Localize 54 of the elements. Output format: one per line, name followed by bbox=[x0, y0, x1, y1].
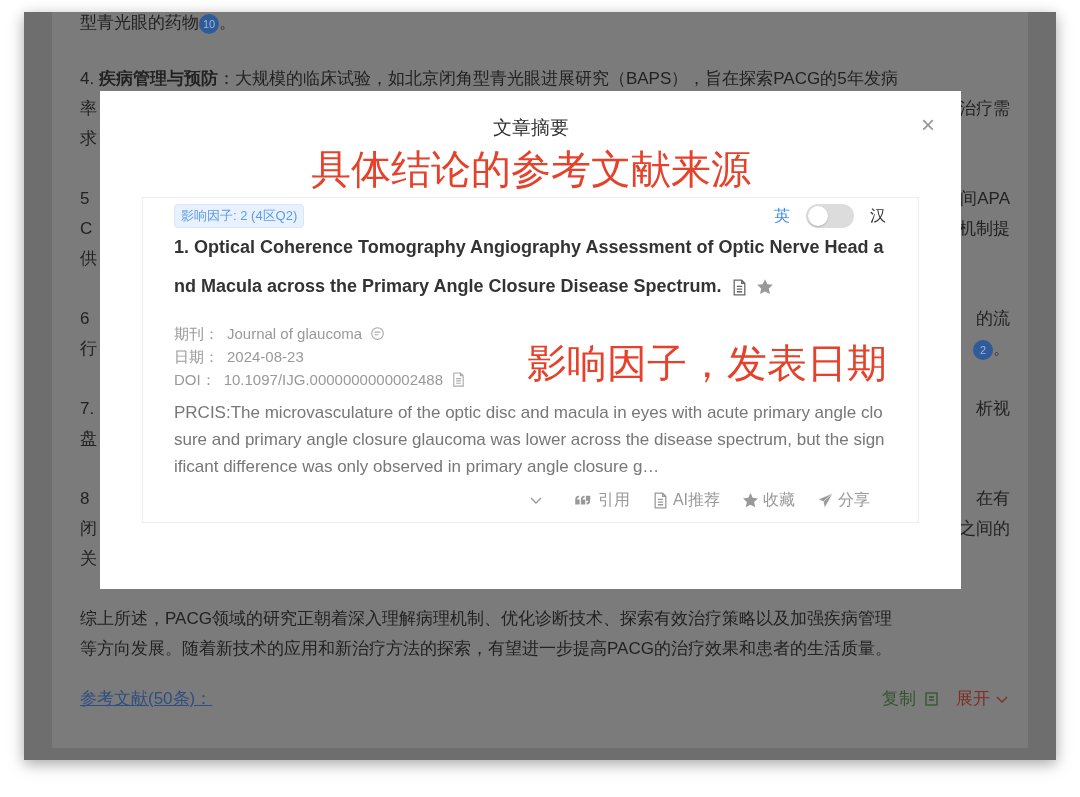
meta-value: Journal of glaucoma bbox=[227, 324, 363, 344]
text-fragment: 6 bbox=[80, 309, 90, 328]
abstract-text: PRCIS:The microvasculature of the optic disc and macula in eyes with acute primary angle closure and primary angle closure glaucoma was lower across the disease spectrum, but the significant difference was only observed in primary angle closure g… bbox=[174, 402, 886, 478]
action-button[interactable]: AI推荐 bbox=[651, 488, 720, 512]
star-icon bbox=[742, 491, 759, 509]
text-fragment: 闭 bbox=[80, 519, 97, 538]
modal-title: 文章摘要 bbox=[492, 117, 569, 138]
copy-icon bbox=[924, 690, 940, 707]
text-fragment: 求 bbox=[80, 129, 97, 148]
text-fragment: 5 bbox=[80, 189, 90, 208]
text-fragment: 在有 bbox=[976, 489, 1010, 508]
star-icon bbox=[755, 278, 774, 296]
expand-button[interactable]: 展开 bbox=[956, 686, 1010, 712]
action-button[interactable]: 引用 bbox=[573, 488, 630, 512]
text-fragment: 析视 bbox=[976, 399, 1010, 418]
text-fragment: 。 bbox=[219, 13, 236, 32]
citation-badge[interactable]: 10 bbox=[199, 13, 219, 34]
paper-plane-icon bbox=[817, 491, 834, 509]
annotation-text: 影响因子，发表日期 bbox=[527, 340, 887, 387]
text-fragment: 型青光眼的药物 bbox=[80, 13, 199, 32]
copy-button[interactable]: 复制 bbox=[882, 686, 940, 712]
translate-toggle[interactable] bbox=[806, 204, 854, 228]
text-fragment: 率 bbox=[80, 99, 97, 118]
text-fragment: 综上所述，PACG领域的研究正朝着深入理解病理机制、优化诊断技术、探索有效治疗策略以及加强疾病管理 bbox=[80, 609, 892, 628]
text-fragment: 7. bbox=[80, 399, 95, 418]
text-fragment: 盘 bbox=[80, 429, 97, 448]
action-button[interactable]: 收藏 bbox=[742, 488, 795, 512]
impact-factor-tag: 影响因子: 2 (4区Q2) bbox=[174, 204, 305, 228]
comment-icon bbox=[370, 326, 386, 341]
meta-value: 10.1097/IJG.0000000000002488 bbox=[223, 370, 444, 390]
text-fragment: 间APA bbox=[960, 189, 1010, 208]
language-label: 英 bbox=[774, 206, 790, 226]
meta-label: DOI： bbox=[174, 370, 216, 390]
text-fragment: 等方向发展。随着新技术的应用和新治疗方法的探索，有望进一步提高PACG的治疗效果和患者的生活质量。 bbox=[80, 639, 892, 658]
close-button[interactable]: × bbox=[921, 113, 935, 137]
text-fragment: 8 bbox=[80, 489, 90, 508]
action-button[interactable]: 分享 bbox=[817, 488, 870, 512]
text-fragment: 行 bbox=[80, 339, 97, 358]
text-fragment: 的流 bbox=[976, 309, 1010, 328]
citation-badge[interactable]: 2 bbox=[973, 339, 993, 360]
meta-label: 日期： bbox=[174, 347, 219, 367]
language-label: 汉 bbox=[870, 206, 886, 226]
article-title[interactable]: 1. Optical Coherence Tomography Angiography Assessment of Optic Nerve Head and Macula across the Primary Angle Closure Disease Spectrum. bbox=[174, 228, 886, 306]
document-icon bbox=[451, 372, 467, 387]
text-fragment: 供 bbox=[80, 249, 97, 268]
references-link[interactable]: 参考文献(50条)： bbox=[80, 686, 213, 712]
text-fragment: 。 bbox=[993, 339, 1010, 358]
annotation-text: 具体结论的参考文献来源 bbox=[310, 146, 751, 193]
text-fragment: C bbox=[80, 219, 93, 238]
meta-label: 期刊： bbox=[174, 324, 219, 344]
text-fragment: 关 bbox=[80, 549, 97, 568]
text-fragment: 之间的 bbox=[959, 519, 1010, 538]
meta-value: 2024-08-23 bbox=[227, 347, 304, 367]
text-fragment: 4. 疾病管理与预防：大规模的临床试验，如北京闭角型青光眼进展研究（BAPS），旨在探索PACG的5年发病 bbox=[80, 69, 898, 88]
